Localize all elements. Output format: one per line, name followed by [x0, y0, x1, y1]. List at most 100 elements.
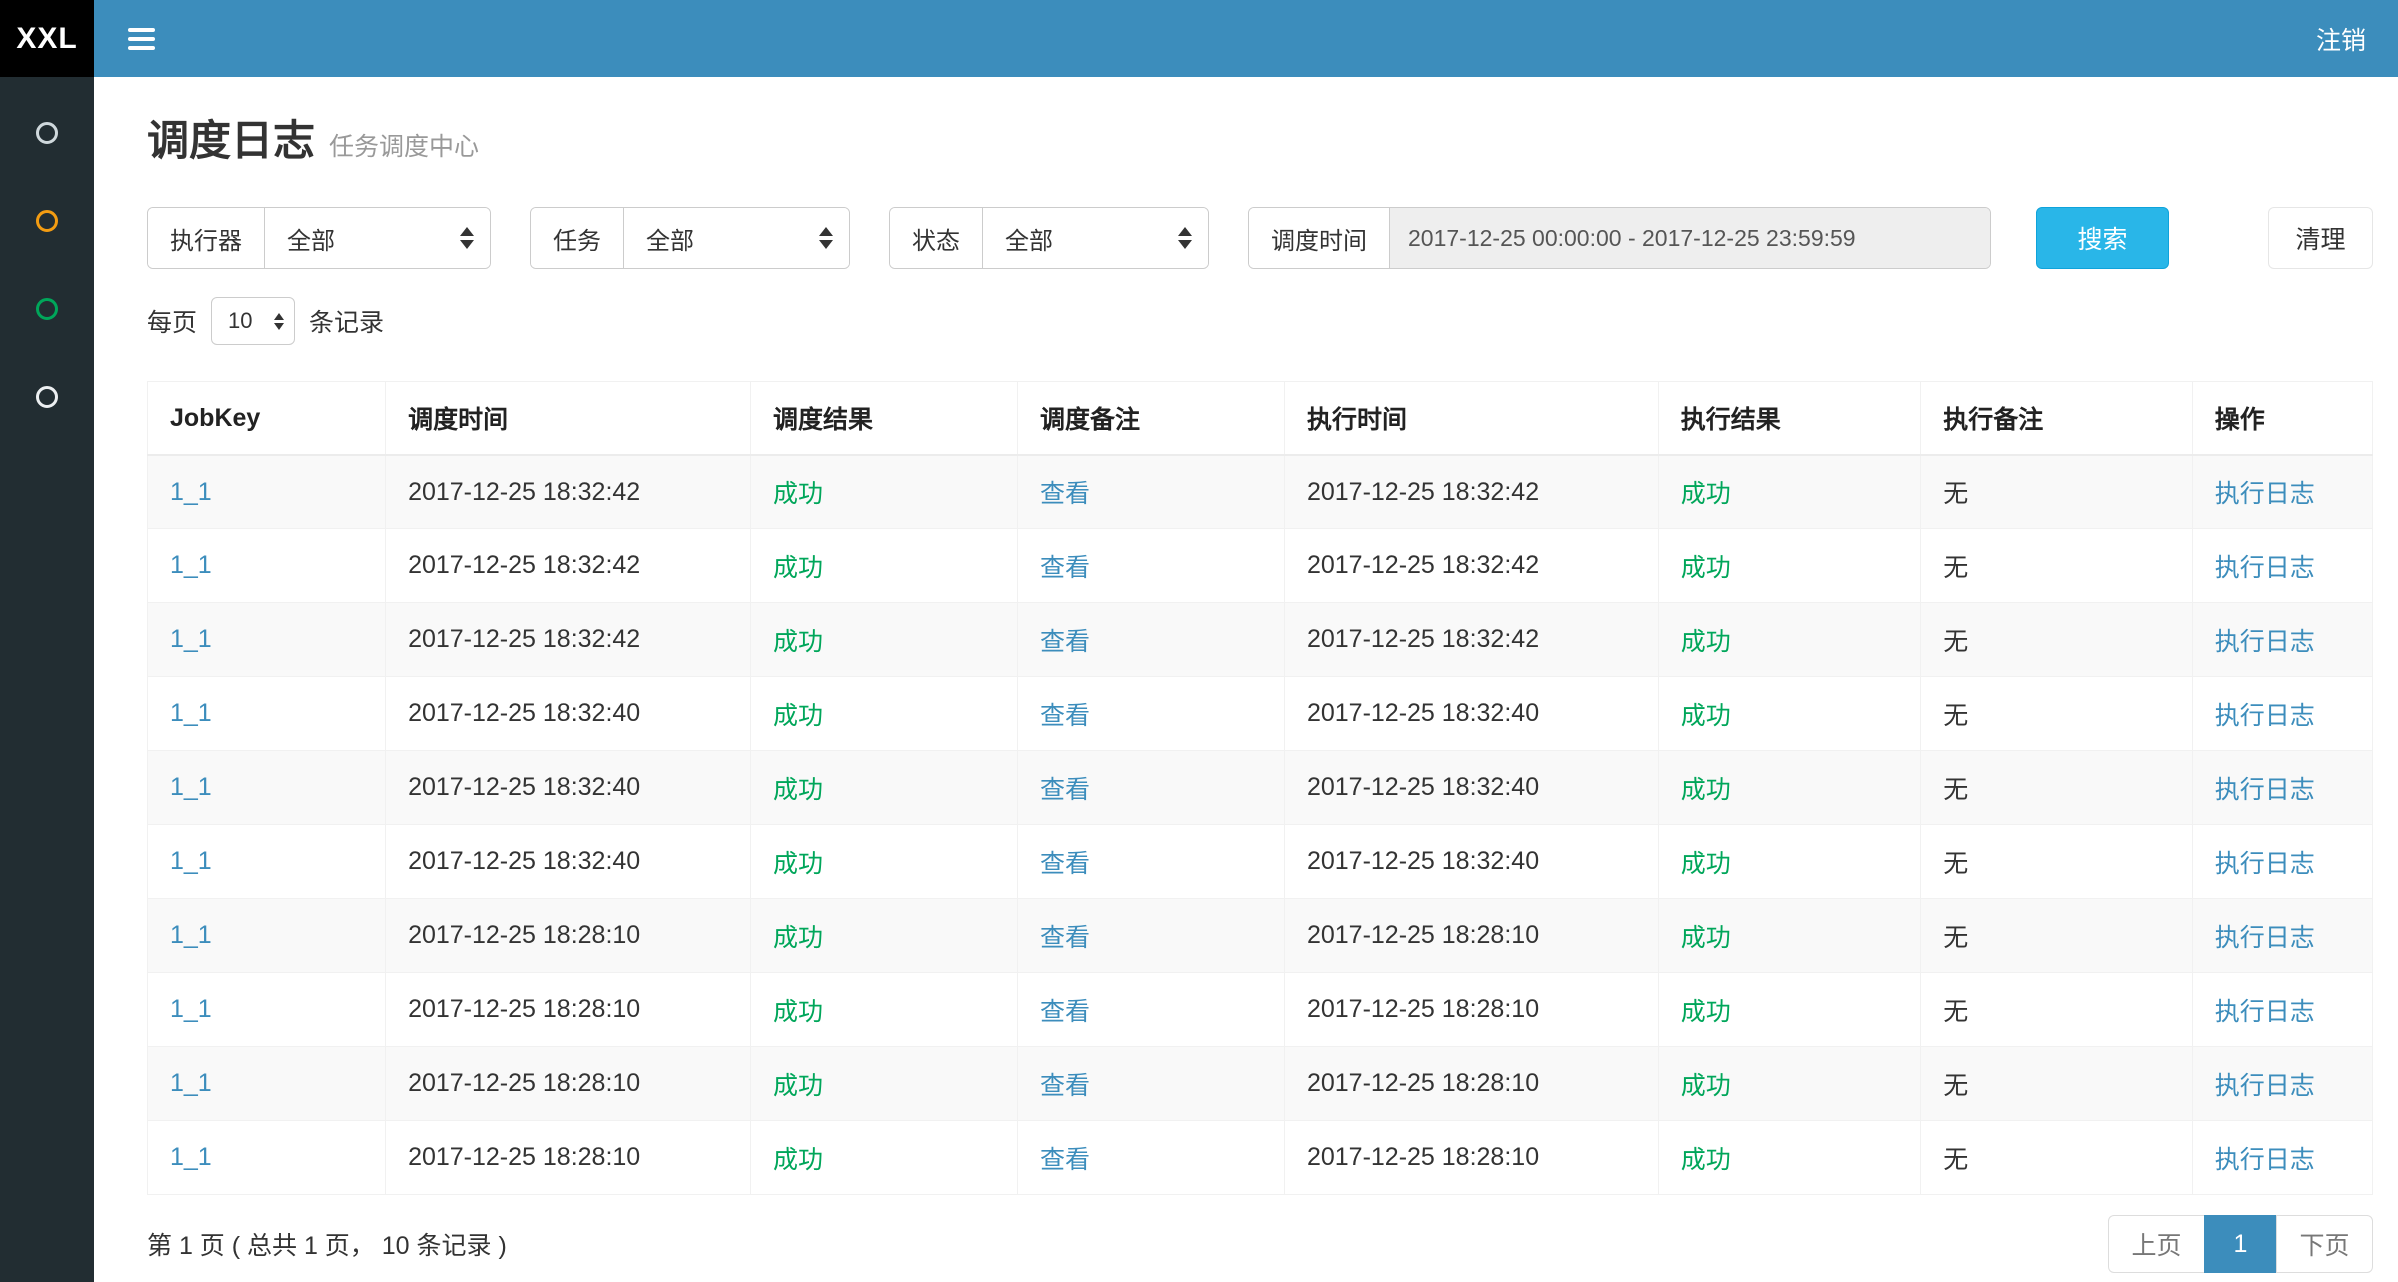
job-filter-label: 任务: [531, 208, 624, 268]
circle-icon: [36, 210, 58, 232]
sched-time-cell: 2017-12-25 18:32:40: [386, 677, 751, 751]
exec-result-cell: 成功: [1658, 455, 1921, 529]
prev-page-button[interactable]: 上页: [2108, 1215, 2205, 1273]
perpage-select[interactable]: 10: [211, 297, 295, 345]
table-row: 1_1 2017-12-25 18:32:40 成功 查看 2017-12-25…: [148, 825, 2373, 899]
sidebar-toggle-icon[interactable]: [118, 18, 165, 60]
exec-log-link[interactable]: 执行日志: [2215, 924, 2315, 952]
table-row: 1_1 2017-12-25 18:28:10 成功 查看 2017-12-25…: [148, 973, 2373, 1047]
jobkey-link[interactable]: 1_1: [170, 1143, 212, 1171]
status-select-value: 全部: [1005, 221, 1053, 256]
exec-log-link[interactable]: 执行日志: [2215, 1146, 2315, 1174]
clear-button[interactable]: 清理: [2268, 207, 2373, 269]
table-row: 1_1 2017-12-25 18:28:10 成功 查看 2017-12-25…: [148, 899, 2373, 973]
sidebar-menu-item-2[interactable]: [0, 177, 94, 265]
exec-time-cell: 2017-12-25 18:32:42: [1284, 455, 1658, 529]
exec-remark-cell: 无: [1921, 455, 2192, 529]
sched-remark-link[interactable]: 查看: [1040, 702, 1090, 730]
sidebar-menu-item-3[interactable]: [0, 265, 94, 353]
exec-log-link[interactable]: 执行日志: [2215, 776, 2315, 804]
exec-time-cell: 2017-12-25 18:28:10: [1284, 899, 1658, 973]
select-arrows-icon: [819, 227, 833, 249]
jobkey-link[interactable]: 1_1: [170, 1069, 212, 1097]
search-button[interactable]: 搜索: [2036, 207, 2169, 269]
exec-result-cell: 成功: [1658, 973, 1921, 1047]
job-select[interactable]: 全部: [624, 208, 849, 268]
exec-result-cell: 成功: [1658, 1121, 1921, 1195]
table-row: 1_1 2017-12-25 18:28:10 成功 查看 2017-12-25…: [148, 1121, 2373, 1195]
jobkey-link[interactable]: 1_1: [170, 699, 212, 727]
sched-result-cell: 成功: [750, 677, 1017, 751]
logout-link[interactable]: 注销: [2316, 21, 2366, 57]
current-page-button[interactable]: 1: [2204, 1215, 2277, 1273]
exec-log-link[interactable]: 执行日志: [2215, 480, 2315, 508]
exec-result-cell: 成功: [1658, 603, 1921, 677]
jobkey-link[interactable]: 1_1: [170, 478, 212, 506]
jobkey-link[interactable]: 1_1: [170, 995, 212, 1023]
jobkey-link[interactable]: 1_1: [170, 625, 212, 653]
sched-remark-link[interactable]: 查看: [1040, 480, 1090, 508]
sched-remark-link[interactable]: 查看: [1040, 850, 1090, 878]
exec-remark-cell: 无: [1921, 751, 2192, 825]
jobkey-link[interactable]: 1_1: [170, 921, 212, 949]
exec-log-link[interactable]: 执行日志: [2215, 850, 2315, 878]
sched-remark-link[interactable]: 查看: [1040, 628, 1090, 656]
exec-log-link[interactable]: 执行日志: [2215, 628, 2315, 656]
column-header: JobKey: [148, 382, 386, 455]
sched-result-cell: 成功: [750, 529, 1017, 603]
executor-select-value: 全部: [287, 221, 335, 256]
sched-remark-link[interactable]: 查看: [1040, 924, 1090, 952]
column-header: 调度备注: [1017, 382, 1284, 455]
exec-log-link[interactable]: 执行日志: [2215, 1072, 2315, 1100]
status-select[interactable]: 全部: [983, 208, 1208, 268]
sidebar: [0, 77, 94, 1282]
table-footer: 第 1 页 ( 总共 1 页， 10 条记录 ) 上页 1 下页: [147, 1215, 2373, 1273]
sched-remark-link[interactable]: 查看: [1040, 554, 1090, 582]
sidebar-menu-item-1[interactable]: [0, 89, 94, 177]
sched-time-cell: 2017-12-25 18:32:42: [386, 529, 751, 603]
column-header: 执行备注: [1921, 382, 2192, 455]
job-select-value: 全部: [646, 221, 694, 256]
top-navbar: XXL 注销: [0, 0, 2398, 77]
sched-remark-link[interactable]: 查看: [1040, 998, 1090, 1026]
sched-result-cell: 成功: [750, 899, 1017, 973]
filter-bar: 执行器 全部 任务 全部 状态 全部 调度时间 2017-12-25 00:00…: [147, 207, 2373, 269]
exec-remark-cell: 无: [1921, 1047, 2192, 1121]
executor-select[interactable]: 全部: [265, 208, 490, 268]
sched-time-cell: 2017-12-25 18:32:42: [386, 455, 751, 529]
job-filter-group: 任务 全部: [530, 207, 850, 269]
sched-remark-link[interactable]: 查看: [1040, 776, 1090, 804]
exec-log-link[interactable]: 执行日志: [2215, 998, 2315, 1026]
page-summary: 第 1 页 ( 总共 1 页， 10 条记录 ): [147, 1226, 507, 1262]
sched-result-cell: 成功: [750, 1047, 1017, 1121]
sched-time-cell: 2017-12-25 18:32:42: [386, 603, 751, 677]
column-header: 执行结果: [1658, 382, 1921, 455]
exec-log-link[interactable]: 执行日志: [2215, 702, 2315, 730]
sched-time-cell: 2017-12-25 18:28:10: [386, 1047, 751, 1121]
time-range-input[interactable]: 2017-12-25 00:00:00 - 2017-12-25 23:59:5…: [1390, 208, 1990, 268]
exec-remark-cell: 无: [1921, 899, 2192, 973]
app-logo[interactable]: XXL: [0, 0, 94, 77]
exec-result-cell: 成功: [1658, 751, 1921, 825]
sched-remark-link[interactable]: 查看: [1040, 1146, 1090, 1174]
table-row: 1_1 2017-12-25 18:32:42 成功 查看 2017-12-25…: [148, 529, 2373, 603]
sched-result-cell: 成功: [750, 1121, 1017, 1195]
time-range-value: 2017-12-25 00:00:00 - 2017-12-25 23:59:5…: [1408, 225, 1856, 252]
exec-remark-cell: 无: [1921, 603, 2192, 677]
exec-remark-cell: 无: [1921, 529, 2192, 603]
exec-time-cell: 2017-12-25 18:28:10: [1284, 973, 1658, 1047]
sched-remark-link[interactable]: 查看: [1040, 1072, 1090, 1100]
exec-log-link[interactable]: 执行日志: [2215, 554, 2315, 582]
sidebar-menu-item-4[interactable]: [0, 353, 94, 441]
jobkey-link[interactable]: 1_1: [170, 847, 212, 875]
sched-result-cell: 成功: [750, 973, 1017, 1047]
exec-time-cell: 2017-12-25 18:32:40: [1284, 751, 1658, 825]
page-title: 调度日志: [147, 117, 315, 165]
jobkey-link[interactable]: 1_1: [170, 773, 212, 801]
exec-time-cell: 2017-12-25 18:32:42: [1284, 529, 1658, 603]
next-page-button[interactable]: 下页: [2276, 1215, 2373, 1273]
circle-icon: [36, 122, 58, 144]
jobkey-link[interactable]: 1_1: [170, 551, 212, 579]
page-subtitle: 任务调度中心: [329, 133, 479, 162]
circle-icon: [36, 298, 58, 320]
